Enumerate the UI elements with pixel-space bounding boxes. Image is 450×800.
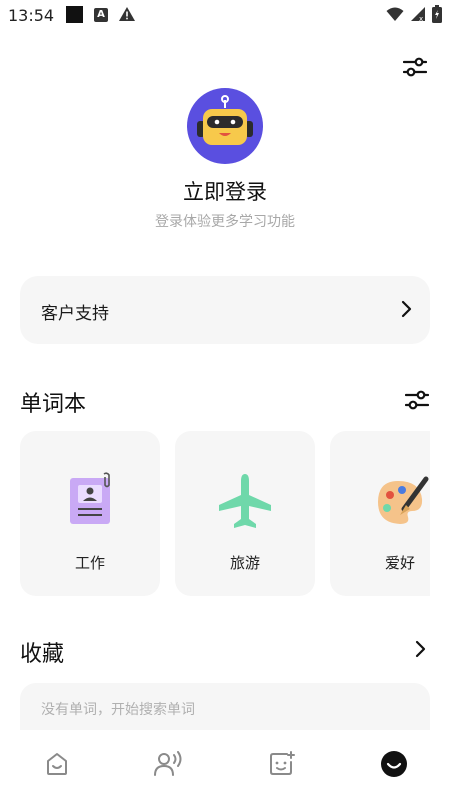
vocab-card-label: 爱好 xyxy=(384,554,415,572)
customer-support-label: 客户支持 xyxy=(41,304,109,324)
vocab-card-travel[interactable]: 旅游 xyxy=(175,431,315,596)
nav-home[interactable] xyxy=(37,744,77,784)
chevron-right-icon[interactable] xyxy=(414,640,426,658)
badge-document-icon xyxy=(70,472,110,524)
vocab-section-title: 单词本 xyxy=(20,392,87,417)
nav-flashcards[interactable] xyxy=(262,744,302,784)
profile-smile-icon xyxy=(381,751,407,777)
status-bar: 13:54 A x xyxy=(0,0,450,32)
chevron-right-icon xyxy=(401,300,412,318)
airplane-icon xyxy=(219,474,271,528)
palette-icon xyxy=(378,476,429,524)
status-right-icons: x xyxy=(386,5,442,23)
vocab-book-list[interactable]: 工作 旅游 爱好 xyxy=(20,431,430,597)
robot-icon xyxy=(197,95,253,145)
bottom-nav xyxy=(0,730,450,800)
vocab-card-label: 工作 xyxy=(74,554,105,572)
vocab-card-label: 旅游 xyxy=(229,554,260,572)
nav-speak[interactable] xyxy=(148,744,188,784)
a-box-icon: A xyxy=(94,8,108,22)
signal-icon: x xyxy=(411,7,425,22)
avatar[interactable] xyxy=(187,88,263,164)
nav-profile[interactable] xyxy=(374,744,414,784)
svg-text:x: x xyxy=(419,15,423,22)
battery-icon xyxy=(432,5,442,23)
speak-icon xyxy=(154,751,182,776)
flashcard-add-icon xyxy=(270,751,295,775)
login-title[interactable]: 立即登录 xyxy=(0,176,450,206)
customer-support-row[interactable]: 客户支持 xyxy=(20,276,430,344)
favorites-section-title: 收藏 xyxy=(20,642,65,667)
sliders-icon xyxy=(405,390,429,410)
favorites-empty-text: 没有单词，开始搜索单词 xyxy=(41,702,195,718)
notification-square-icon xyxy=(66,6,83,23)
status-time: 13:54 xyxy=(8,6,55,25)
vocab-card-hobby[interactable]: 爱好 xyxy=(330,431,430,596)
vocab-card-work[interactable]: 工作 xyxy=(20,431,160,596)
wifi-icon xyxy=(386,7,404,21)
warning-icon xyxy=(118,6,136,26)
login-subtitle: 登录体验更多学习功能 xyxy=(155,214,295,230)
settings-sliders-button[interactable] xyxy=(400,52,430,82)
sliders-icon xyxy=(403,57,427,77)
vocab-settings-button[interactable] xyxy=(402,385,432,415)
home-icon xyxy=(47,753,67,775)
